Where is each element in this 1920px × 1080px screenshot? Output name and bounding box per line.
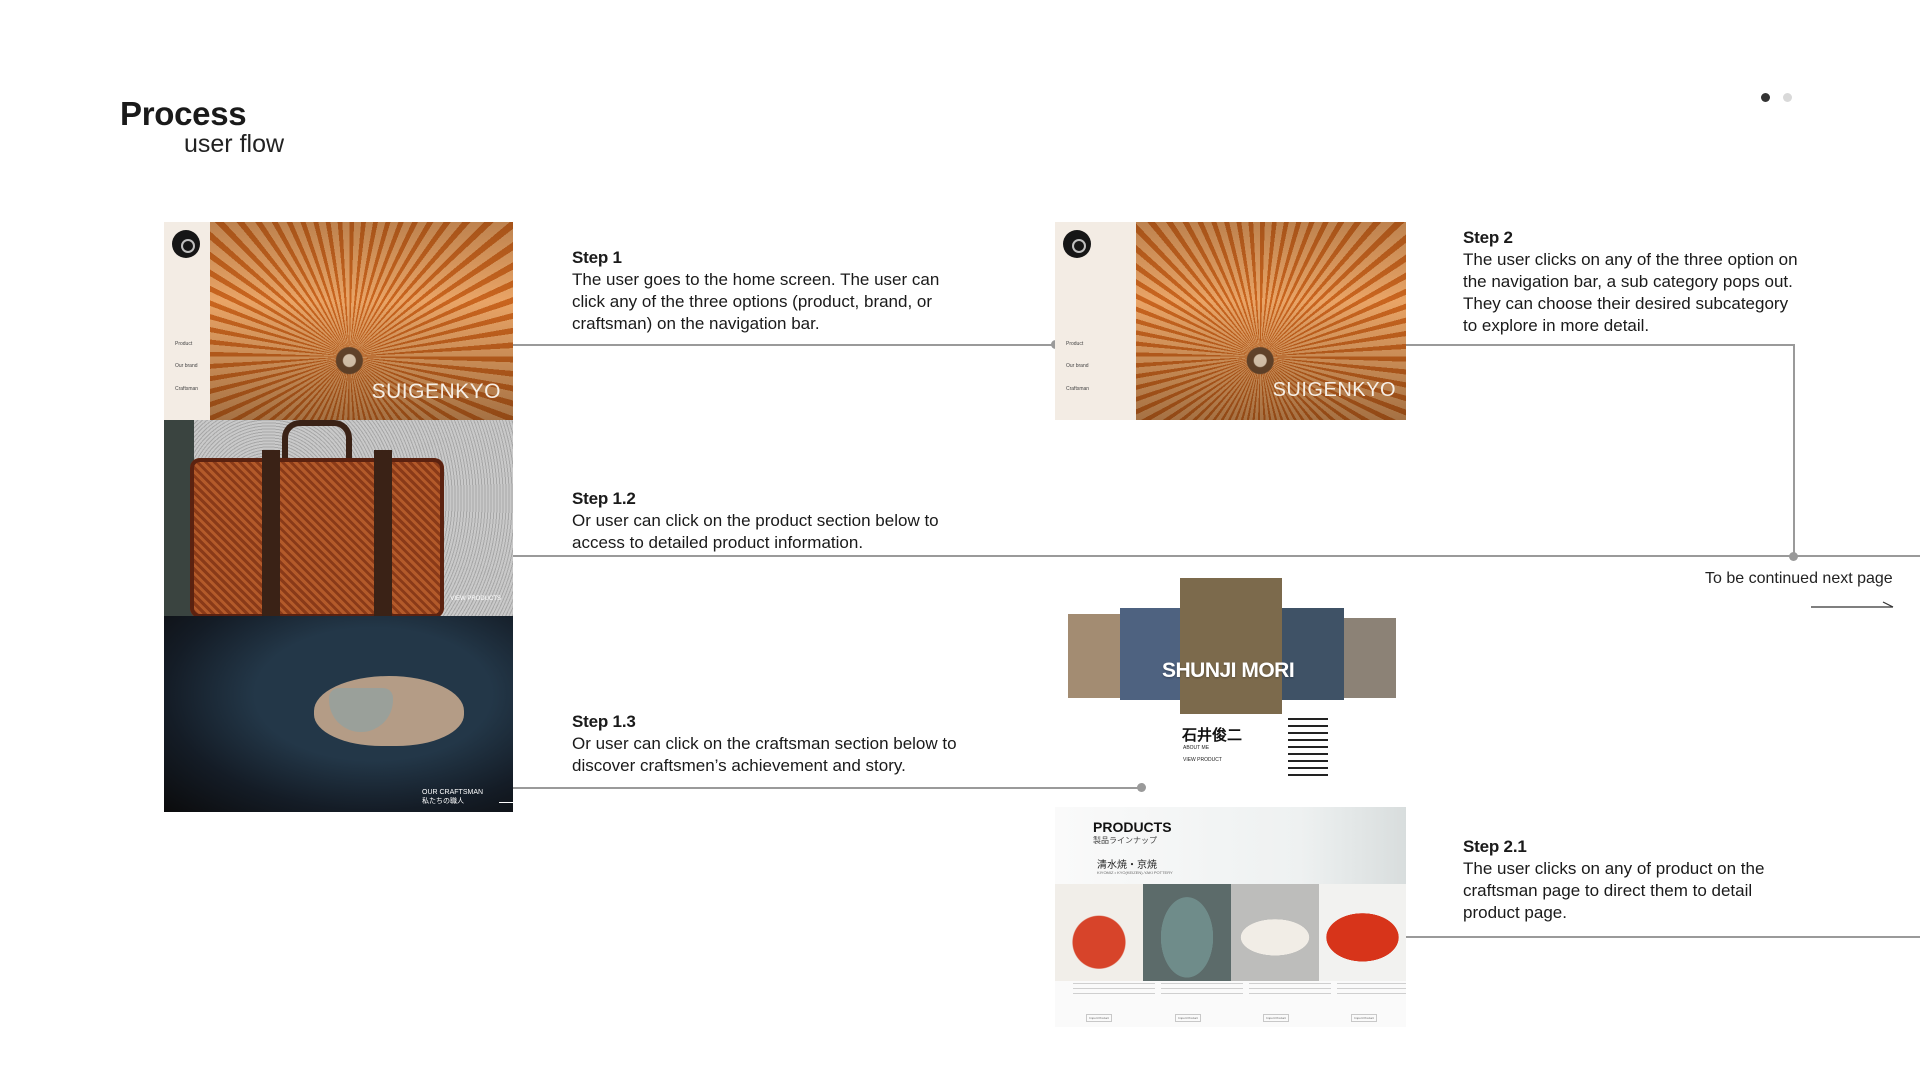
view-products-label[interactable]: VIEW PRODUCTS	[450, 596, 501, 602]
step-1-3: Step 1.3 Or user can click on the crafts…	[572, 711, 972, 777]
products-category-en: KIYOMIZ • KYO(KEIZEN)-YAKI POTTERY	[1097, 870, 1173, 875]
connector-step2-h	[1406, 344, 1795, 346]
nav-item-brand-2[interactable]: Our brand	[1066, 363, 1089, 369]
brand-logo-icon[interactable]	[172, 230, 200, 258]
connector-step1	[513, 344, 1056, 346]
step-1-3-body: Or user can click on the craftsman secti…	[572, 734, 957, 775]
page-indicator	[1761, 93, 1792, 102]
product-meta-1	[1073, 983, 1155, 997]
step-1-body: The user goes to the home screen. The us…	[572, 270, 940, 333]
import-product-button-4[interactable]: Import Product	[1351, 1014, 1377, 1022]
import-product-button-3[interactable]: Import Product	[1263, 1014, 1289, 1022]
brand-wordmark: SUIGENKYO	[371, 380, 501, 403]
home-nav-bar: Product Our brand Craftsman	[164, 222, 210, 420]
product-meta-3	[1249, 983, 1331, 997]
import-product-button-2[interactable]: Import Product	[1175, 1014, 1201, 1022]
step-1-2-title: Step 1.2	[572, 489, 636, 508]
page-title: Process	[120, 95, 247, 132]
connector-node-step13	[1137, 783, 1146, 792]
pager-dot-inactive[interactable]	[1783, 93, 1792, 102]
view-product-link[interactable]: VIEW PRODUCT	[1183, 757, 1222, 763]
nav-item-product[interactable]: Product	[175, 341, 192, 347]
nav-item-product-2[interactable]: Product	[1066, 341, 1083, 347]
connector-step21	[1404, 936, 1920, 938]
craftsman-photo-5	[1344, 618, 1396, 698]
step-2-1-title: Step 2.1	[1463, 837, 1527, 856]
bag-strap-right	[374, 450, 392, 616]
product-vase[interactable]	[1143, 884, 1231, 981]
products-title: PRODUCTS	[1093, 819, 1172, 835]
products-page-mockup[interactable]: PRODUCTS 製品ラインナップ 清水焼・京焼 KIYOMIZ • KYO(K…	[1055, 807, 1406, 1027]
product-meta-2	[1161, 983, 1243, 997]
craftsman-list-bar	[1288, 718, 1328, 776]
about-me-link[interactable]: ABOUT ME	[1183, 745, 1209, 751]
craftsman-photo-2	[1120, 608, 1180, 700]
craftsman-photo-3	[1180, 578, 1282, 714]
expanded-nav-bar: Product Our brand Craftsman	[1055, 222, 1136, 420]
our-craftsman-label[interactable]: OUR CRAFTSMAN 私たちの職人	[422, 788, 483, 806]
craftsman-name-kanji: 石井俊二	[1182, 727, 1243, 744]
bag-strap-left	[262, 450, 280, 616]
step-2-1-body: The user clicks on any of product on the…	[1463, 859, 1765, 922]
step-1-3-title: Step 1.3	[572, 712, 636, 731]
our-craftsman-en: OUR CRAFTSMAN	[422, 789, 484, 796]
brand-logo-icon-2[interactable]	[1063, 230, 1091, 258]
product-plate[interactable]	[1231, 884, 1319, 981]
craftsman-list[interactable]	[1288, 718, 1328, 776]
products-category: 清水焼・京焼	[1097, 860, 1157, 871]
product-bowl[interactable]	[1319, 884, 1406, 981]
step-1: Step 1 The user goes to the home screen.…	[572, 247, 952, 335]
brand-wordmark-2: SUIGENKYO	[1272, 379, 1396, 401]
step-2: Step 2 The user clicks on any of the thr…	[1463, 227, 1803, 337]
pager-dot-active[interactable]	[1761, 93, 1770, 102]
craftsman-name-title: SHUNJI MORI	[1162, 659, 1295, 682]
step-2-1: Step 2.1 The user clicks on any of produ…	[1463, 836, 1793, 924]
import-product-button-1[interactable]: Import Product	[1086, 1014, 1112, 1022]
step-1-2-body: Or user can click on the product section…	[572, 511, 939, 552]
step-1-2: Step 1.2 Or user can click on the produc…	[572, 488, 962, 554]
continue-arrow-icon[interactable]	[1811, 600, 1895, 612]
page-subtitle: user flow	[184, 130, 285, 158]
connector-step13	[497, 787, 1141, 789]
subcategory-screen-mockup[interactable]: Product Our brand Craftsman SUIGENKYO	[1055, 222, 1406, 420]
connector-step12	[490, 555, 1920, 557]
craftsman-photo-1	[1068, 614, 1120, 698]
craftsman-section-mockup[interactable]: OUR CRAFTSMAN 私たちの職人	[164, 616, 513, 812]
bamboo-bag-photo	[190, 458, 444, 616]
bag-handle	[282, 420, 352, 460]
craftsman-photo-4	[1282, 608, 1344, 700]
step-2-body: The user clicks on any of the three opti…	[1463, 250, 1798, 335]
arrow-right-icon	[499, 802, 513, 803]
product-meta-4	[1337, 983, 1406, 997]
product-section-mockup[interactable]: VIEW PRODUCTS	[164, 420, 513, 616]
step-2-title: Step 2	[1463, 228, 1513, 247]
product-teapot[interactable]	[1055, 884, 1143, 981]
step-1-title: Step 1	[572, 248, 622, 267]
products-subtitle: 製品ラインナップ	[1093, 836, 1157, 845]
home-screen-mockup[interactable]: Product Our brand Craftsman SUIGENKYO	[164, 222, 513, 420]
our-craftsman-jp: 私たちの職人	[422, 798, 464, 805]
nav-item-craftsman[interactable]: Craftsman	[175, 386, 198, 392]
nav-item-brand[interactable]: Our brand	[175, 363, 198, 369]
nav-item-craftsman-2[interactable]: Craftsman	[1066, 386, 1089, 392]
continue-note: To be continued next page	[1705, 570, 1893, 587]
connector-step2-v	[1793, 344, 1795, 557]
